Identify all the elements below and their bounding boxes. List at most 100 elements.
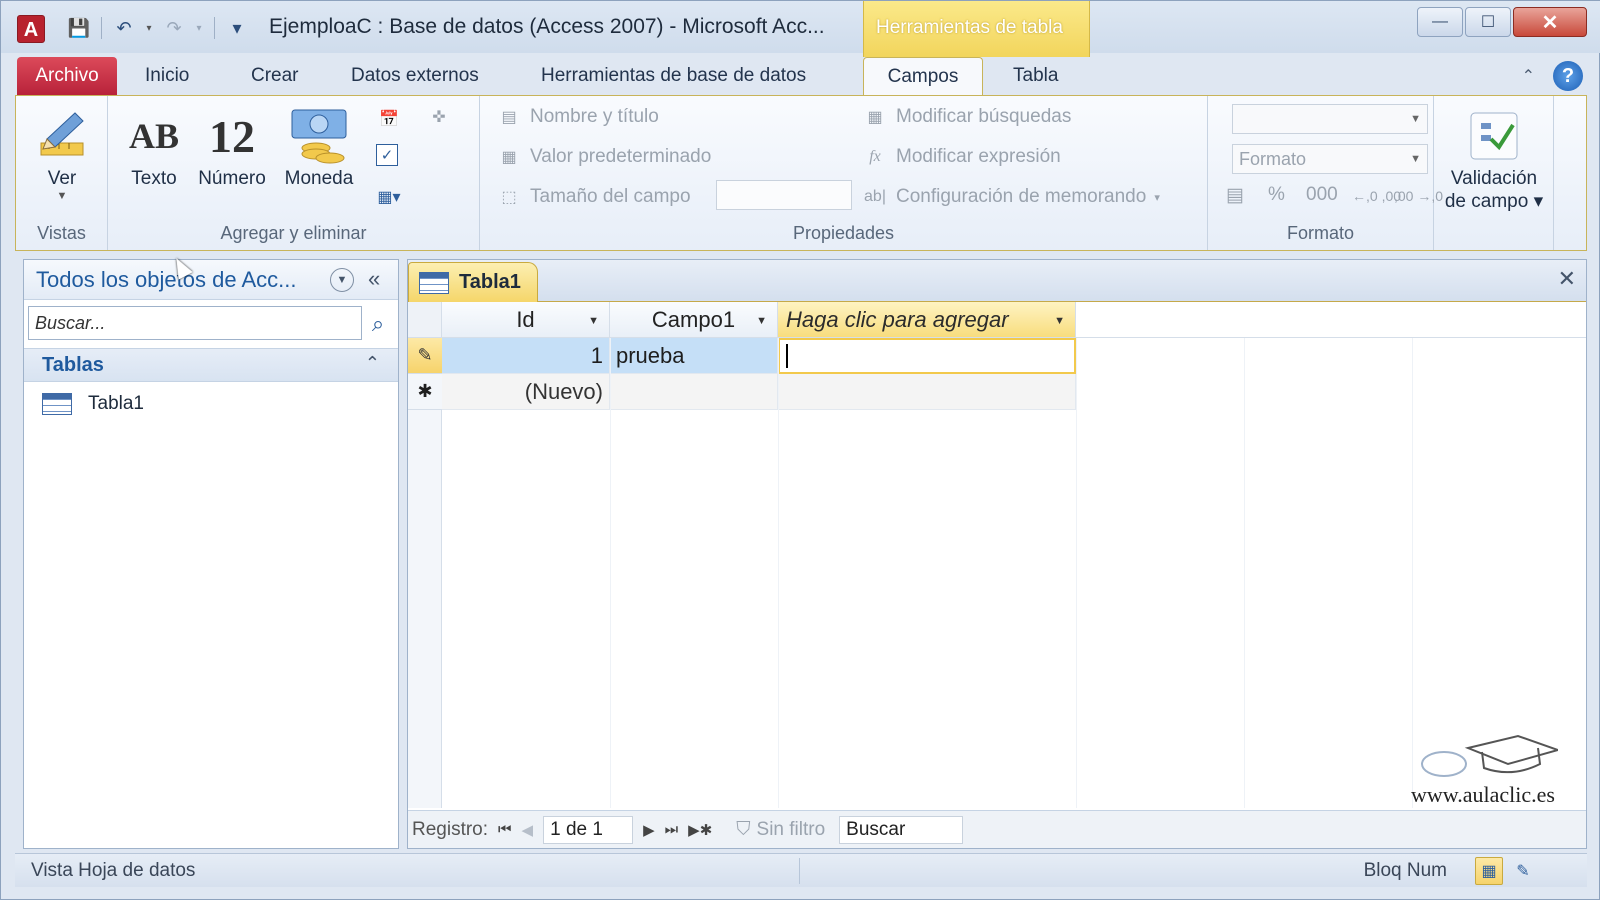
redo-icon[interactable]: ↷ [160, 14, 188, 42]
tab-datos-externos[interactable]: Datos externos [351, 57, 479, 95]
cell-new-field-editing[interactable] [778, 338, 1076, 374]
first-record-icon[interactable]: ⏮ [498, 821, 512, 838]
record-label: Registro: [412, 818, 489, 840]
tab-archivo[interactable]: Archivo [17, 57, 117, 95]
close-button[interactable]: ✕ [1513, 7, 1587, 37]
grid-line [1244, 338, 1245, 808]
tab-herramientas-bd[interactable]: Herramientas de base de datos [541, 57, 806, 95]
data-type-combo[interactable]: ▼ [1232, 104, 1428, 134]
nombre-titulo-button[interactable]: ▤ Nombre y título [496, 104, 658, 130]
group-label-formato: Formato [1286, 223, 1355, 243]
formato-combo[interactable]: Formato ▼ [1232, 144, 1428, 174]
current-record-input[interactable]: 1 de 1 [543, 815, 634, 844]
filter-button[interactable]: ⛉ Sin filtro [736, 819, 825, 841]
tab-right-controls: ⌃ ? [1522, 61, 1583, 91]
row-selector-editing[interactable]: ✎ [408, 338, 442, 374]
tab-tabla[interactable]: Tabla [1013, 57, 1058, 95]
delete-field-icon[interactable]: ✜ [426, 104, 452, 130]
currency-icon [290, 104, 348, 168]
yes-no-checkbox-icon[interactable]: ✓ [376, 144, 398, 166]
column-header-campo1[interactable]: Campo1 ▼ [610, 302, 778, 338]
save-icon[interactable]: 💾 [65, 14, 93, 42]
cell-campo1[interactable]: prueba [610, 338, 778, 374]
undo-icon[interactable]: ↶ [110, 14, 138, 42]
validacion-campo-button[interactable]: Validación de campo ▾ [1438, 104, 1550, 213]
numero-button[interactable]: 12 Número [192, 104, 272, 190]
nav-item-tabla1[interactable]: Tabla1 [42, 388, 144, 420]
cell-new-field[interactable] [778, 374, 1076, 410]
document-tab-tabla1[interactable]: Tabla1 [408, 262, 538, 302]
collapse-group-icon[interactable]: ⌃ [365, 353, 380, 374]
next-record-icon[interactable]: ▶ [643, 821, 655, 839]
number-field-icon: 12 [209, 110, 255, 162]
nav-search-input[interactable]: Buscar... [28, 306, 362, 340]
group-agregar-eliminar: AB Texto 12 Número Moneda 📅 ✓ ▦▾ ✜ Agreg… [108, 96, 480, 250]
cell-new-id[interactable]: (Nuevo) [442, 374, 610, 410]
group-label-agregar: Agregar y eliminar [220, 223, 367, 243]
quick-access-toolbar: 💾 ↶ ▾ ↷ ▾ ▾ [65, 13, 251, 43]
status-bar: Vista Hoja de datos Bloq Num ▦ ✎ [15, 853, 1587, 887]
texto-button[interactable]: AB Texto [122, 104, 186, 190]
column-header-add[interactable]: Haga clic para agregar ▼ [778, 302, 1076, 338]
column-add-dropdown-icon[interactable]: ▼ [1054, 315, 1065, 327]
minimize-ribbon-icon[interactable]: ⌃ [1522, 66, 1535, 86]
nav-group-tablas[interactable]: Tablas ⌃ [24, 348, 398, 382]
navigation-pane: Todos los objetos de Acc... ▼ « Buscar..… [23, 259, 399, 849]
design-view-icon[interactable]: ✎ [1509, 857, 1537, 885]
search-icon[interactable]: ⌕ [362, 308, 394, 340]
tab-crear[interactable]: Crear [251, 57, 299, 95]
column-id-dropdown-icon[interactable]: ▼ [588, 315, 599, 327]
last-record-icon[interactable]: ⏭ [665, 821, 679, 838]
datasheet-view-icon[interactable]: ▦ [1475, 857, 1503, 885]
close-document-icon[interactable]: ✕ [1558, 266, 1576, 292]
nav-collapse-icon[interactable]: « [368, 266, 380, 292]
document-tab-label: Tabla1 [459, 271, 521, 293]
currency-format-icon[interactable]: ▤ [1226, 184, 1244, 207]
redo-dropdown-icon[interactable]: ▾ [192, 14, 206, 42]
column-campo1-dropdown-icon[interactable]: ▼ [756, 315, 767, 327]
new-record-icon[interactable]: ▶✱ [688, 821, 712, 839]
undo-dropdown-icon[interactable]: ▾ [142, 14, 156, 42]
nav-dropdown-icon[interactable]: ▼ [330, 268, 354, 292]
watermark: www.aulaclic.es [1408, 734, 1562, 808]
text-field-icon: AB [128, 116, 179, 156]
nav-item-label: Tabla1 [88, 393, 144, 414]
record-search-input[interactable]: Buscar [839, 815, 964, 844]
nav-title[interactable]: Todos los objetos de Acc... [36, 267, 297, 293]
more-fields-icon[interactable]: ▦▾ [376, 184, 402, 210]
date-time-icon[interactable]: 📅 [376, 106, 402, 132]
filter-icon: ⛉ [736, 818, 751, 840]
new-row-selector-icon[interactable]: ✱ [408, 374, 442, 410]
select-all-corner[interactable] [408, 302, 442, 338]
group-validacion: Validación de campo ▾ [1434, 96, 1554, 250]
moneda-button[interactable]: Moneda [278, 104, 360, 190]
cell-new-campo1[interactable] [610, 374, 778, 410]
record-navigation-bar: Registro: ⏮ ◀ 1 de 1 ▶ ⏭ ▶✱ ⛉ Sin filtro … [408, 810, 1586, 848]
column-header-add-label: Haga clic para agregar [786, 306, 1009, 332]
customize-qat-icon[interactable]: ▾ [223, 14, 251, 42]
tamano-campo-row: ⬚ Tamaño del campo [496, 184, 691, 210]
cell-id[interactable]: 1 [442, 338, 610, 374]
window-controls: — ☐ ✕ [1417, 7, 1587, 37]
config-memorando-button[interactable]: ab| Configuración de memorando ▾ [862, 184, 1160, 210]
field-size-input[interactable] [716, 180, 852, 210]
previous-record-icon[interactable]: ◀ [522, 821, 534, 839]
formato-combo-value: Formato [1239, 149, 1307, 169]
access-app-icon[interactable]: A [17, 15, 45, 43]
column-header-id[interactable]: Id ▼ [442, 302, 610, 338]
maximize-button[interactable]: ☐ [1465, 7, 1511, 37]
thousands-button[interactable]: 000 [1306, 184, 1338, 206]
context-tools-label: Herramientas de tabla [876, 17, 1063, 38]
percent-button[interactable]: % [1268, 184, 1285, 206]
help-icon[interactable]: ? [1553, 61, 1583, 91]
minimize-button[interactable]: — [1417, 7, 1463, 37]
texto-label: Texto [131, 168, 177, 189]
modificar-busquedas-button[interactable]: ▦ Modificar búsquedas [862, 104, 1071, 130]
modificar-expresion-button[interactable]: fx Modificar expresión [862, 144, 1061, 170]
valor-predeterminado-button[interactable]: ▦ Valor predeterminado [496, 144, 711, 170]
tamano-campo-label: Tamaño del campo [530, 186, 691, 207]
tab-inicio[interactable]: Inicio [145, 57, 189, 95]
document-tab-bar: Tabla1 ✕ [408, 260, 1586, 302]
tab-campos[interactable]: Campos [863, 57, 983, 97]
ver-button[interactable]: Ver ▼ [30, 104, 94, 202]
